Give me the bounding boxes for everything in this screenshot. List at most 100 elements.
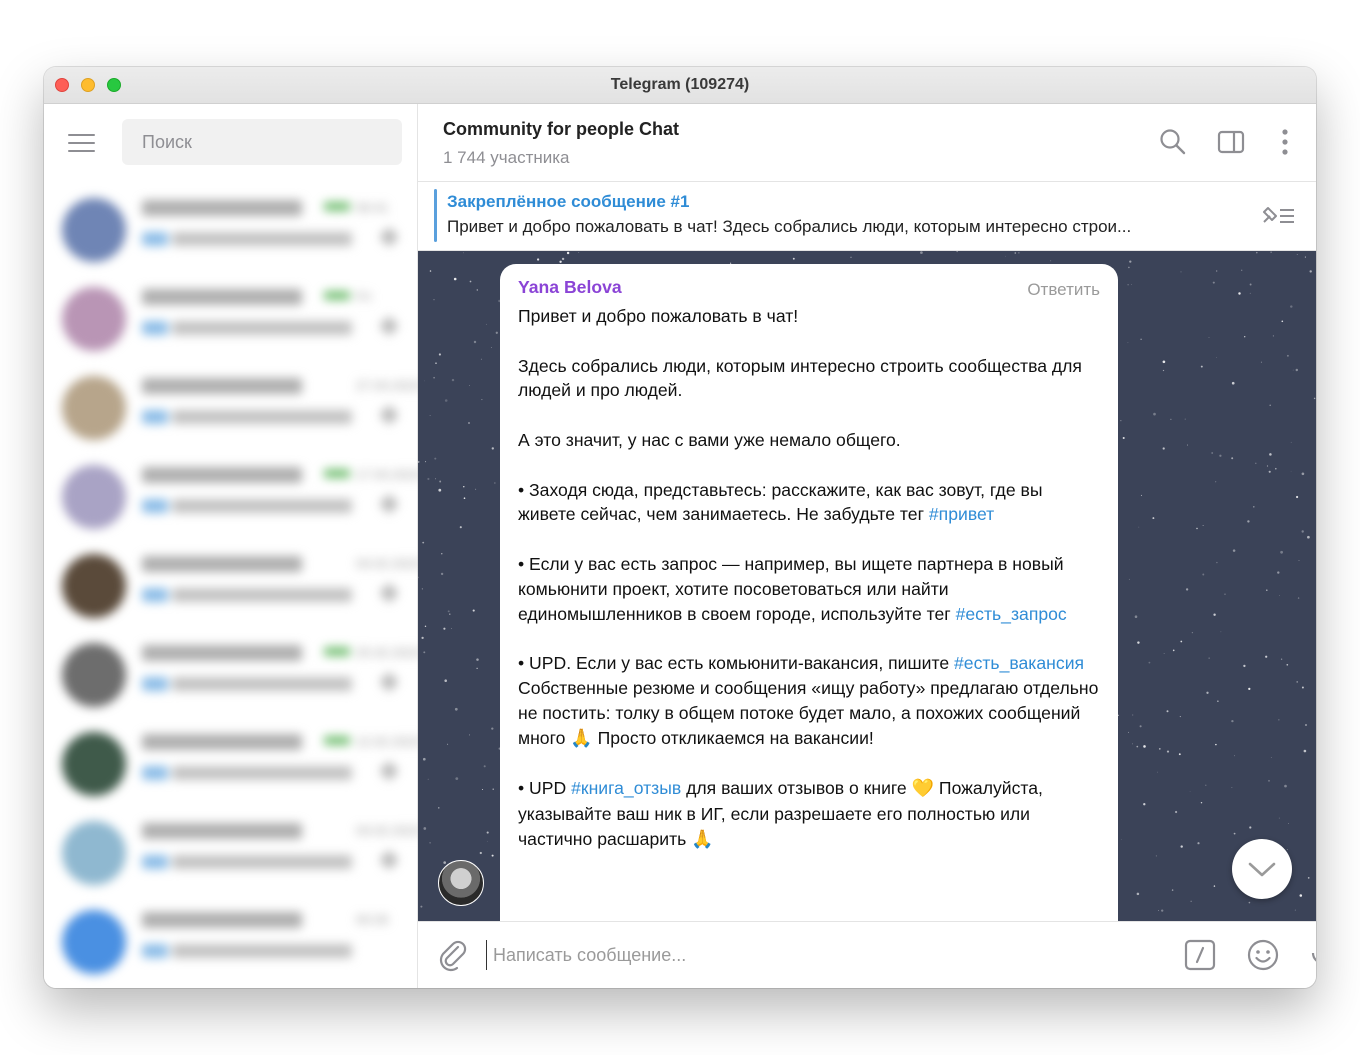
message-composer: Написать сообщение...: [418, 921, 1316, 988]
star: [1120, 420, 1122, 422]
star: [1216, 270, 1218, 272]
avatar: [62, 198, 126, 262]
star: [1294, 909, 1296, 911]
star: [438, 488, 442, 492]
chat-list-item[interactable]: 06:41: [44, 190, 418, 279]
star: [1233, 832, 1236, 835]
star: [1219, 454, 1222, 457]
message-bubble[interactable]: Yana Belova Ответить Привет и добро пожа…: [500, 264, 1118, 921]
chat-preview-text: [172, 321, 352, 335]
microphone-icon[interactable]: [1308, 938, 1316, 972]
star: [463, 497, 466, 500]
star: [1270, 251, 1272, 253]
star: [1241, 269, 1243, 271]
commands-icon[interactable]: [1183, 938, 1217, 972]
chat-list-item[interactable]: 03.02.2023: [44, 813, 421, 902]
chat-list-item[interactable]: 12.02.2023: [44, 724, 422, 813]
star: [1296, 681, 1299, 683]
reply-button[interactable]: Ответить: [1027, 278, 1100, 303]
menu-icon[interactable]: [68, 134, 96, 154]
chat-messages-area[interactable]: Yana Belova Ответить Привет и добро пожа…: [418, 251, 1316, 921]
pinned-message-bar[interactable]: Закреплённое сообщение #1 Привет и добро…: [418, 182, 1316, 251]
star: [1136, 892, 1140, 896]
chat-time: 12.02.2023: [356, 734, 422, 749]
star: [1178, 753, 1181, 756]
message-sender[interactable]: Yana Belova: [518, 278, 1100, 296]
chat-list-item[interactable]: 03.02.2023: [44, 546, 422, 635]
sender-avatar[interactable]: [438, 860, 484, 906]
star: [1297, 597, 1300, 599]
attach-icon[interactable]: [436, 938, 470, 972]
message-input[interactable]: Написать сообщение...: [486, 940, 1046, 970]
star: [1132, 743, 1134, 745]
star: [1197, 842, 1200, 845]
praying-hands-emoji: 🙏: [691, 828, 714, 850]
star: [956, 251, 958, 253]
star: [1166, 710, 1169, 713]
star: [1161, 909, 1164, 912]
star: [1200, 801, 1203, 804]
search-input[interactable]: Поиск: [122, 119, 402, 165]
chat-member-count: 1 744 участника: [443, 148, 570, 167]
star: [491, 447, 494, 450]
star: [476, 658, 479, 661]
star: [1286, 354, 1289, 357]
star: [472, 609, 475, 612]
star: [1212, 281, 1215, 284]
hashtag-link[interactable]: #привет: [929, 504, 994, 524]
chat-time: 03.02.2023: [356, 556, 422, 571]
star: [1248, 687, 1251, 691]
star: [1155, 855, 1157, 857]
star: [1249, 292, 1251, 294]
star: [424, 625, 427, 628]
star: [1309, 270, 1312, 273]
star: [1231, 787, 1233, 788]
star: [1275, 467, 1277, 470]
more-icon[interactable]: [1270, 127, 1300, 157]
message-text: • UPD: [518, 778, 572, 799]
star: [433, 299, 435, 301]
chat-list-item[interactable]: 00:26: [44, 902, 418, 988]
chat-time: Fri: [356, 289, 372, 304]
sidebar-toggle-icon[interactable]: [1216, 127, 1246, 157]
star: [1189, 791, 1191, 792]
star: [451, 378, 455, 382]
pin-list-icon[interactable]: [1258, 202, 1298, 230]
star: [1216, 561, 1218, 564]
chat-title[interactable]: Community for people Chat: [443, 119, 679, 140]
star: [1280, 550, 1283, 554]
hashtag-link[interactable]: #есть_запрос: [956, 604, 1067, 624]
star: [1296, 495, 1299, 499]
star: [1129, 260, 1132, 263]
star: [1127, 731, 1130, 733]
pin-icon: [379, 405, 399, 425]
chat-list-item[interactable]: Fri: [44, 279, 418, 368]
star: [434, 457, 437, 460]
chat-list-item[interactable]: 27.03.2023: [44, 368, 421, 457]
star: [1014, 252, 1017, 254]
star: [1215, 743, 1217, 746]
hashtag-link[interactable]: #книга_отзыв: [571, 778, 681, 798]
star: [482, 789, 483, 790]
pin-icon: [379, 583, 399, 603]
star: [1232, 549, 1236, 552]
scroll-down-button[interactable]: [1232, 839, 1292, 899]
star: [421, 636, 424, 640]
star: [1307, 877, 1310, 879]
star: [425, 461, 427, 463]
message-paragraph: Привет и добро пожаловать в чат!: [518, 306, 799, 326]
star: [1132, 714, 1134, 716]
star: [1268, 779, 1270, 782]
search-icon[interactable]: [1158, 127, 1188, 157]
pin-icon: [379, 227, 399, 247]
hashtag-link[interactable]: #есть_вакансия: [954, 653, 1084, 673]
star: [1247, 520, 1250, 523]
emoji-icon[interactable]: [1246, 938, 1280, 972]
chat-list-item[interactable]: 17.03.2023: [44, 457, 421, 546]
read-check-icon: [324, 647, 350, 656]
star: [443, 627, 446, 630]
read-check-icon: [324, 736, 350, 745]
star: [1143, 745, 1146, 748]
star: [1158, 910, 1159, 912]
chat-list-item[interactable]: 25.02.2023: [44, 635, 421, 724]
